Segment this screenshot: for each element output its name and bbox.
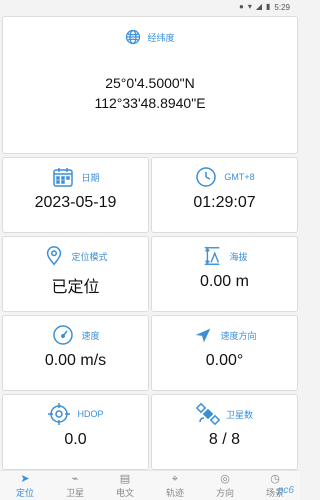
speed-direction-label: 速度方向	[220, 330, 257, 341]
date-label: 日期	[81, 172, 100, 183]
satellite-icon	[195, 402, 220, 426]
speed-label: 速度	[81, 330, 100, 341]
compass-icon: ◎	[220, 472, 230, 485]
altitude-tile: 海拔 0.00 m	[151, 236, 298, 312]
gmt-label: GMT+8	[224, 172, 255, 182]
satellite-count-tile: 卫星数 8 / 8	[151, 394, 298, 470]
direction-arrow-icon	[192, 324, 214, 346]
date-value: 2023-05-19	[34, 194, 117, 211]
document-icon: ▤	[119, 472, 131, 485]
scene-icon: ◷	[270, 472, 280, 485]
signal-icon: ◢	[255, 2, 263, 11]
calendar-icon	[51, 165, 75, 189]
positioning-mode-tile: 定位模式 已定位	[2, 236, 149, 312]
gmt-time-value: 01:29:07	[193, 194, 256, 211]
nav-item-satellite[interactable]: ⌁ 卫星	[53, 473, 98, 499]
wifi-icon: ▾	[247, 2, 252, 11]
altitude-icon	[201, 245, 223, 267]
location-status-icon: ●	[239, 2, 244, 11]
watermark-logo: pc6	[277, 485, 294, 496]
altitude-label: 海拔	[229, 251, 248, 262]
satellite-count-value: 8 / 8	[208, 431, 241, 448]
speed-direction-value: 0.00°	[205, 352, 244, 369]
globe-icon	[125, 29, 141, 45]
status-time: 5:29	[274, 2, 290, 12]
nav-label: 方向	[215, 487, 234, 498]
coordinates-title: 经纬度	[147, 32, 175, 43]
satellite-icon: ⌁	[71, 472, 79, 485]
hdop-value: 0.0	[64, 431, 87, 448]
longitude-value: 112°33'48.8940"E	[94, 95, 206, 111]
satellite-count-label: 卫星数	[225, 409, 253, 420]
nav-item-direction[interactable]: ◎ 方向	[203, 473, 248, 499]
track-icon: ⌖	[171, 472, 179, 485]
nav-label: 定位	[15, 487, 34, 498]
hdop-tile: HDOP 0.0	[2, 394, 149, 470]
nav-label: 电文	[115, 487, 134, 498]
nav-item-track[interactable]: ⌖ 轨迹	[153, 473, 198, 499]
crosshair-icon	[47, 402, 71, 426]
speed-tile: 速度 0.00 m/s	[2, 315, 149, 391]
coordinates-card: 经纬度 25°0'4.5000"N 112°33'48.8940"E	[2, 16, 298, 154]
positioning-mode-value: 已定位	[51, 279, 100, 296]
date-tile: 日期 2023-05-19	[2, 157, 149, 233]
nav-item-message[interactable]: ▤ 电文	[103, 473, 148, 499]
altitude-value: 0.00 m	[200, 273, 249, 290]
speedometer-icon	[51, 323, 75, 347]
clock-icon	[194, 165, 218, 189]
nav-label: 轨迹	[165, 487, 184, 498]
status-bar: ● ▾ ◢ ▮ 5:29	[0, 0, 300, 14]
location-arrow-icon: ➤	[20, 472, 30, 485]
bottom-navigation: ➤ 定位 ⌁ 卫星 ▤ 电文 ⌖ 轨迹 ◎ 方向 ◷ 场景	[0, 470, 300, 500]
nav-label: 卫星	[65, 487, 84, 498]
hdop-label: HDOP	[77, 409, 104, 419]
latitude-value: 25°0'4.5000"N	[105, 75, 195, 91]
nav-item-positioning[interactable]: ➤ 定位	[3, 473, 48, 499]
speed-value: 0.00 m/s	[44, 352, 107, 369]
location-pin-icon	[43, 245, 65, 267]
gmt-time-tile: GMT+8 01:29:07	[151, 157, 298, 233]
battery-icon: ▮	[266, 2, 271, 11]
speed-direction-tile: 速度方向 0.00°	[151, 315, 298, 391]
positioning-mode-label: 定位模式	[71, 251, 108, 262]
